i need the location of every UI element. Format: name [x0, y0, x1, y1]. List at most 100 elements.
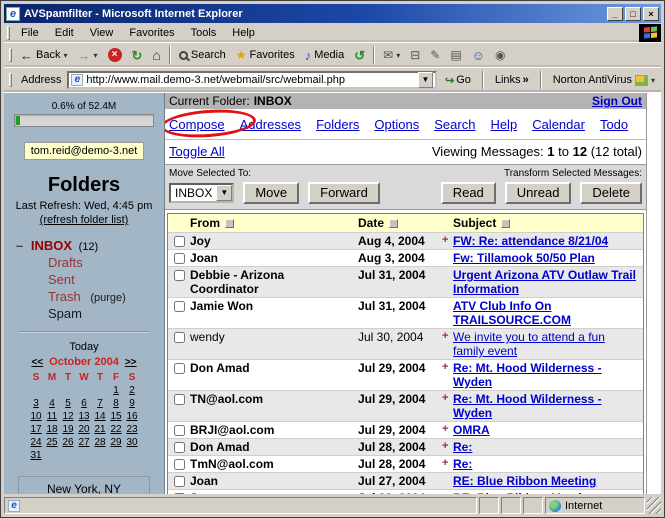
calendar-day[interactable]: 30 [124, 436, 140, 449]
calendar-day[interactable]: 10 [28, 410, 44, 423]
calendar-prev-link[interactable]: << [31, 357, 43, 368]
back-button[interactable]: ← Back ▾ [15, 46, 72, 65]
resize-grip[interactable] [647, 497, 661, 514]
calendar-day[interactable]: 4 [44, 397, 60, 410]
calendar-day[interactable]: 12 [60, 410, 76, 423]
search-button[interactable]: Search [174, 46, 231, 64]
calendar-day[interactable]: 24 [28, 436, 44, 449]
message-subject-link[interactable]: Re: [453, 440, 472, 454]
calendar-day[interactable]: 29 [108, 436, 124, 449]
select-dropdown-icon[interactable]: ▼ [216, 185, 232, 201]
calendar-day[interactable]: 25 [44, 436, 60, 449]
forward-message-button[interactable]: Forward [308, 182, 380, 204]
message-subject-link[interactable]: Re: Mt. Hood Wilderness - Wyden [453, 361, 602, 389]
mail-dropdown-icon[interactable]: ▾ [396, 51, 400, 60]
toolbar-grip[interactable] [7, 26, 10, 40]
calendar-day[interactable]: 1 [108, 384, 124, 397]
calendar-day[interactable]: 16 [124, 410, 140, 423]
message-checkbox[interactable] [174, 363, 185, 374]
message-checkbox[interactable] [174, 476, 185, 487]
close-button[interactable]: × [643, 7, 659, 21]
calendar-day[interactable]: 9 [124, 397, 140, 410]
message-checkbox[interactable] [174, 301, 185, 312]
mail-button[interactable]: ✉ ▾ [378, 46, 405, 65]
toolbar-grip[interactable] [9, 48, 12, 62]
refresh-folder-list-link[interactable]: (refresh folder list) [40, 214, 129, 226]
norton-antivirus-button[interactable]: Norton AntiVirus ▾ [549, 74, 659, 86]
menu-view[interactable]: View [82, 25, 122, 41]
forward-button[interactable]: → ▾ [72, 46, 102, 65]
message-checkbox[interactable] [174, 332, 185, 343]
message-checkbox[interactable] [174, 442, 185, 453]
discuss-button[interactable]: ◉ [490, 46, 510, 65]
calendar-day[interactable] [108, 449, 124, 462]
calendar-day[interactable] [92, 384, 108, 397]
calendar-day[interactable]: 22 [108, 423, 124, 436]
nav-help[interactable]: Help [490, 117, 517, 132]
messenger-button[interactable]: ☺ [467, 46, 490, 65]
toggle-all-link[interactable]: Toggle All [169, 144, 225, 159]
go-button[interactable]: ↪ Go [441, 73, 475, 88]
calendar-day[interactable] [76, 449, 92, 462]
message-subject-link[interactable]: OMRA [453, 423, 490, 437]
delete-button[interactable]: Delete [580, 182, 642, 204]
folder-spam[interactable]: Spam [48, 306, 164, 321]
folder-drafts[interactable]: Drafts [48, 255, 164, 270]
calendar-day[interactable]: 11 [44, 410, 60, 423]
calendar-next-link[interactable]: >> [125, 357, 137, 368]
calendar-day[interactable]: 28 [92, 436, 108, 449]
norton-dropdown-icon[interactable]: ▾ [651, 76, 655, 85]
calendar-day[interactable] [28, 384, 44, 397]
calendar-day[interactable] [124, 449, 140, 462]
calendar-day[interactable] [92, 449, 108, 462]
back-dropdown-icon[interactable]: ▾ [63, 51, 67, 60]
nav-options[interactable]: Options [374, 117, 419, 132]
menu-favorites[interactable]: Favorites [121, 25, 182, 41]
stop-button[interactable]: × [103, 45, 127, 65]
calendar-day[interactable]: 27 [76, 436, 92, 449]
calendar-day[interactable]: 8 [108, 397, 124, 410]
title-bar[interactable]: e AVSpamfilter - Microsoft Internet Expl… [4, 4, 661, 23]
nav-folders[interactable]: Folders [316, 117, 359, 132]
sign-out-link[interactable]: Sign Out [592, 94, 642, 108]
calendar-day[interactable]: 17 [28, 423, 44, 436]
calendar-day[interactable] [44, 449, 60, 462]
calendar-day[interactable] [44, 384, 60, 397]
address-url[interactable]: http://www.mail.demo-3.net/webmail/src/w… [86, 74, 415, 86]
message-subject-link[interactable]: RE: Blue Ribbon Meeting [453, 474, 596, 488]
document-button[interactable]: ▤ [445, 46, 466, 65]
message-checkbox[interactable] [174, 425, 185, 436]
calendar-day[interactable]: 20 [76, 423, 92, 436]
links-menu[interactable]: Links » [491, 74, 533, 86]
move-button[interactable]: Move [243, 182, 299, 204]
calendar-day[interactable]: 5 [60, 397, 76, 410]
message-checkbox[interactable] [174, 270, 185, 281]
message-subject-link[interactable]: FW: Re: attendance 8/21/04 [453, 234, 608, 248]
media-button[interactable]: ♪ Media [300, 46, 349, 65]
favorites-button[interactable]: ★ Favorites [231, 46, 300, 65]
message-checkbox[interactable] [174, 253, 185, 264]
refresh-button[interactable]: ↻ [127, 46, 148, 65]
calendar-day[interactable]: 6 [76, 397, 92, 410]
menu-tools[interactable]: Tools [183, 25, 225, 41]
message-subject-link[interactable]: Fw: Tillamook 50/50 Plan [453, 251, 595, 265]
menu-help[interactable]: Help [224, 25, 263, 41]
calendar-day[interactable]: 7 [92, 397, 108, 410]
forward-dropdown-icon[interactable]: ▾ [93, 51, 97, 60]
calendar-day[interactable] [60, 449, 76, 462]
message-checkbox[interactable] [174, 394, 185, 405]
message-subject-link[interactable]: We invite you to attend a fun family eve… [453, 330, 605, 358]
collapse-icon[interactable]: – [16, 238, 23, 253]
history-button[interactable]: ↺ [349, 46, 370, 65]
read-button[interactable]: Read [441, 182, 496, 204]
message-subject-link[interactable]: Re: [453, 457, 472, 471]
nav-calendar[interactable]: Calendar [532, 117, 585, 132]
sort-subject-button[interactable] [501, 219, 510, 228]
message-subject-link[interactable]: ATV Club Info On TRAILSOURCE.COM [453, 299, 571, 327]
unread-button[interactable]: Unread [505, 182, 572, 204]
menu-file[interactable]: File [13, 25, 47, 41]
message-subject-link[interactable]: Re: Mt. Hood Wilderness - Wyden [453, 392, 602, 420]
calendar-day[interactable]: 13 [76, 410, 92, 423]
calendar-day[interactable]: 21 [92, 423, 108, 436]
sort-from-button[interactable] [225, 219, 234, 228]
